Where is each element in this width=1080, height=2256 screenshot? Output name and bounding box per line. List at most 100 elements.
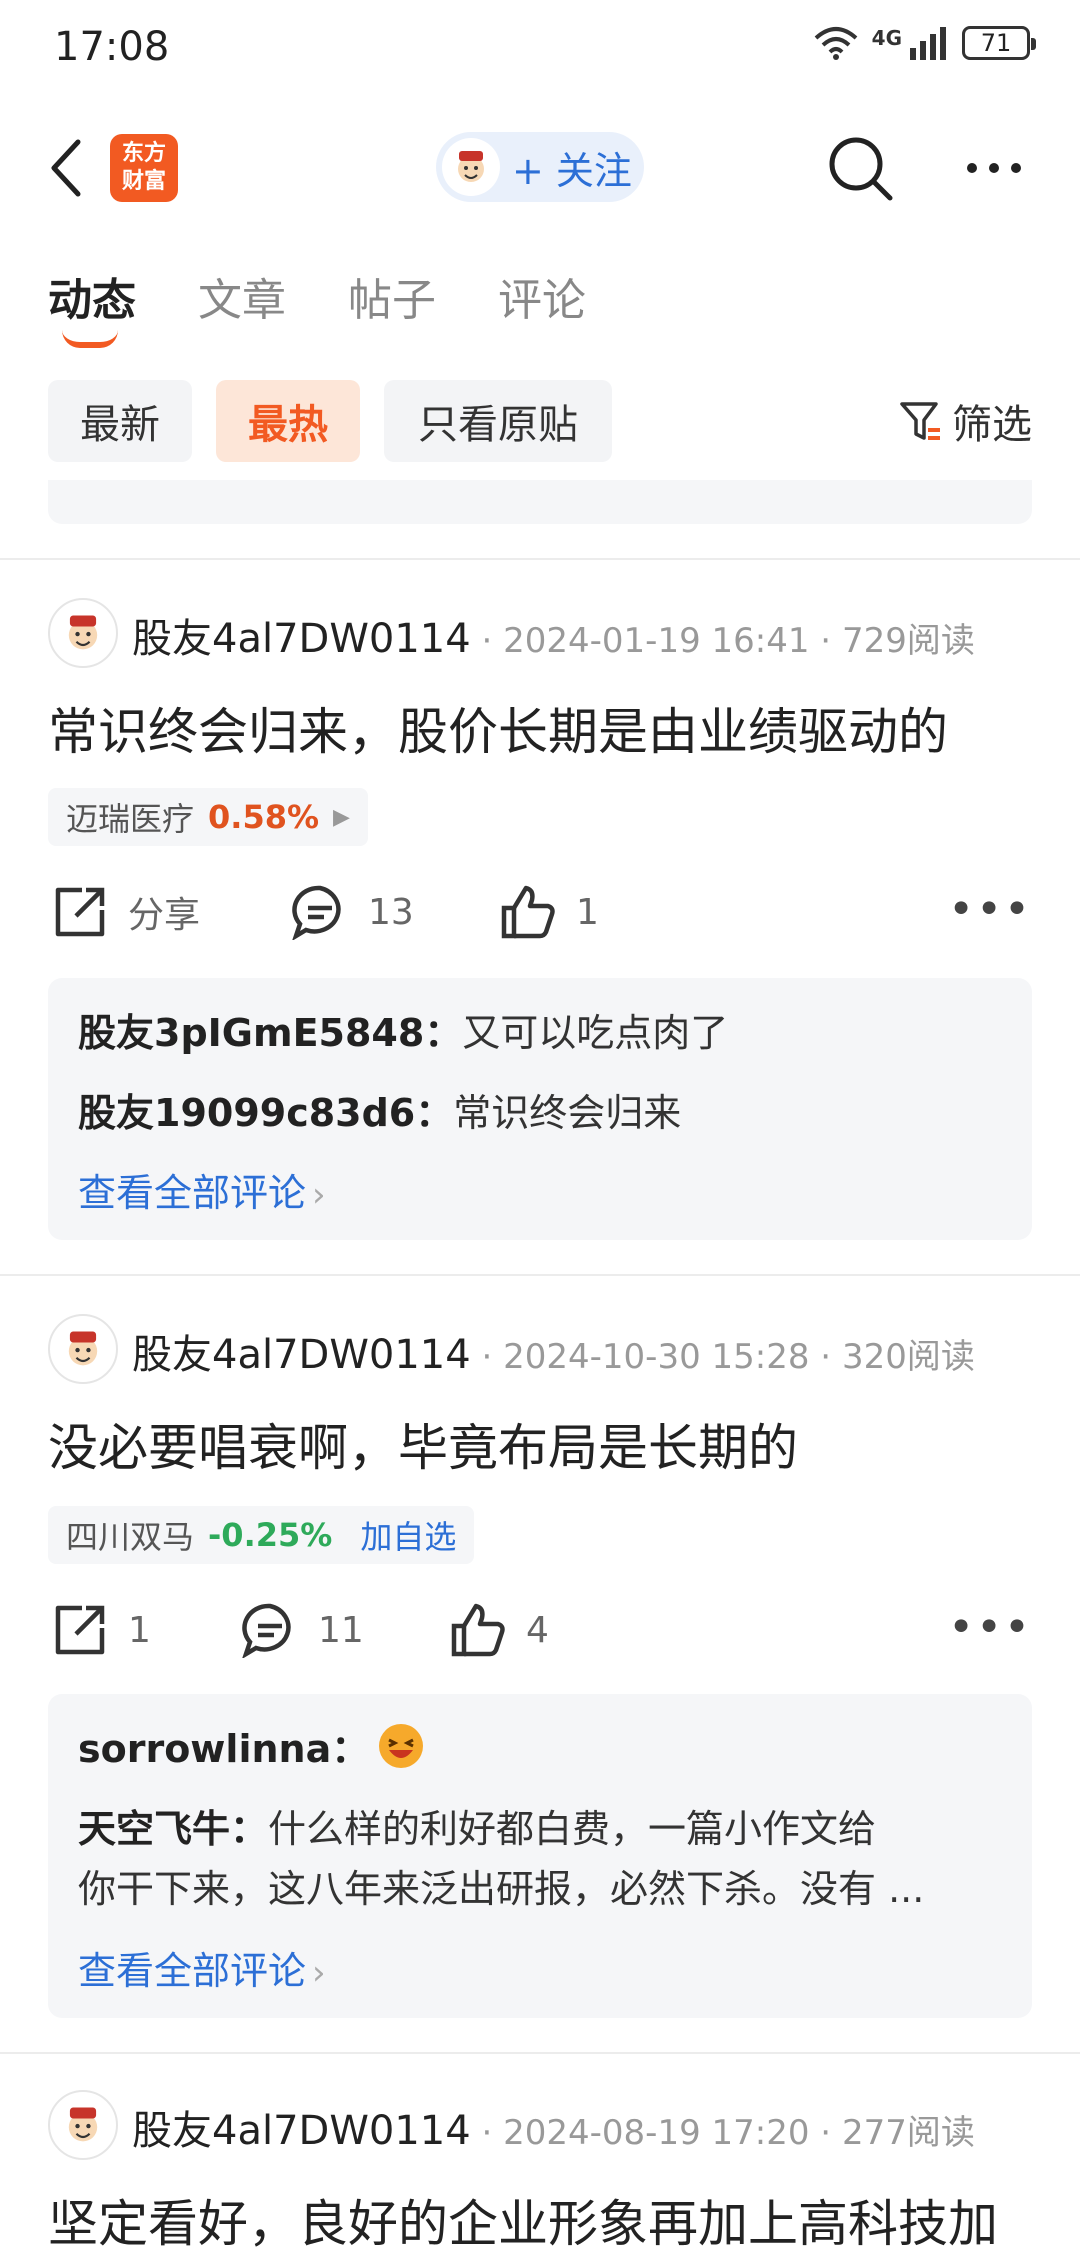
- follow-label: + 关注: [512, 148, 632, 193]
- fortune-god-avatar-icon: [68, 615, 98, 650]
- filter-latest[interactable]: 最新: [48, 380, 192, 462]
- comment-user[interactable]: 天空飞牛：: [78, 1807, 268, 1851]
- like-count: 4: [526, 1609, 549, 1651]
- meta-separator: ·: [809, 1337, 842, 1377]
- author-name[interactable]: 股友4al7DW0114: [132, 2098, 471, 2156]
- comment-item: 股友19099c83d6：常识终会归来: [78, 1082, 681, 1137]
- comment-user[interactable]: 股友3pIGmE5848：: [78, 1011, 462, 1055]
- stock-tag[interactable]: 四川双马 -0.25% 加自选: [48, 1506, 475, 1564]
- comment-count: 13: [368, 891, 414, 933]
- divider: [0, 558, 1080, 560]
- meta-separator: ·: [470, 2113, 504, 2153]
- read-count: 277阅读: [841, 2113, 975, 2153]
- wifi-icon: [814, 27, 857, 60]
- comment-text-continued: 你干下来，这八年来泛出研报，必然下杀。没有 ...: [78, 1867, 925, 1911]
- post-date: 2024-10-30 15:28: [503, 1337, 810, 1377]
- post-more-icon[interactable]: •••: [948, 1602, 1032, 1653]
- comment-button[interactable]: 13: [292, 884, 414, 940]
- back-arrow-icon[interactable]: [48, 138, 84, 198]
- more-icon[interactable]: [964, 160, 1024, 176]
- status-time: 17:08: [54, 24, 170, 70]
- stock-tag[interactable]: 迈瑞医疗 0.58% ▶: [48, 788, 368, 846]
- stock-name: 迈瑞医疗: [66, 800, 195, 838]
- comment-item: sorrowlinna：: [78, 1718, 425, 1773]
- post-meta: 股友4al7DW0114 · 2024-08-19 17:20 · 277阅读: [132, 2098, 975, 2156]
- post-title[interactable]: 坚定看好，良好的企业形象再加上高科技加: [48, 2184, 998, 2256]
- meta-separator: ·: [470, 1337, 504, 1377]
- comment-preview-box[interactable]: 股友3pIGmE5848：又可以吃点肉了 股友19099c83d6：常识终会归来…: [48, 978, 1032, 1240]
- author-avatar[interactable]: [48, 598, 118, 668]
- stock-change: -0.25%: [208, 1516, 333, 1554]
- meta-separator: ·: [809, 2113, 842, 2153]
- share-button[interactable]: 分享: [52, 884, 200, 940]
- view-all-label: 查看全部评论: [78, 1171, 307, 1215]
- comment-user[interactable]: 股友19099c83d6：: [78, 1091, 453, 1135]
- tab-comments[interactable]: 评论: [498, 264, 586, 328]
- author-avatar[interactable]: [48, 2090, 118, 2160]
- comment-text: 常识终会归来: [453, 1091, 682, 1135]
- divider: [0, 2052, 1080, 2054]
- share-button[interactable]: 1: [52, 1602, 151, 1658]
- signal-icon: [910, 27, 946, 60]
- author-name[interactable]: 股友4al7DW0114: [132, 606, 471, 664]
- thumbs-up-icon: [501, 885, 555, 939]
- fortune-god-avatar-icon: [68, 1331, 98, 1366]
- tab-posts[interactable]: 帖子: [348, 264, 436, 328]
- author-avatar[interactable]: [48, 1314, 118, 1384]
- add-watchlist-button[interactable]: 加自选: [360, 1512, 456, 1558]
- fortune-god-avatar-icon: [68, 2107, 98, 2142]
- tab-articles[interactable]: 文章: [198, 264, 286, 328]
- post-title[interactable]: 常识终会归来，股价长期是由业绩驱动的: [48, 692, 948, 764]
- filter-funnel-icon: [900, 402, 940, 440]
- play-arrow-icon: ▶: [333, 804, 350, 830]
- app-logo: 东方 财富: [110, 134, 178, 202]
- laughing-emoji-icon: [379, 1723, 424, 1768]
- filter-button[interactable]: 筛选: [898, 392, 1032, 450]
- divider: [0, 1274, 1080, 1276]
- post-date: 2024-08-19 17:20: [503, 2113, 810, 2153]
- comment-item: 天空飞牛：什么样的利好都白费，一篇小作文给: [78, 1798, 876, 1853]
- post-meta: 股友4al7DW0114 · 2024-01-19 16:41 · 729阅读: [132, 606, 975, 664]
- view-all-comments-link[interactable]: 查看全部评论 ›: [78, 1162, 326, 1217]
- tab-dynamics[interactable]: 动态: [48, 264, 136, 328]
- previous-comment-box-tail: [48, 480, 1032, 524]
- comment-count: 11: [318, 1609, 364, 1651]
- post-date: 2024-01-19 16:41: [503, 621, 810, 661]
- view-all-label: 查看全部评论: [78, 1949, 307, 1993]
- search-icon[interactable]: [828, 136, 894, 202]
- chevron-right-icon: ›: [312, 1953, 326, 1993]
- share-count: 1: [128, 1609, 151, 1651]
- like-button[interactable]: 4: [450, 1602, 549, 1658]
- thumbs-up-icon: [451, 1603, 505, 1657]
- network-label: 4G: [871, 26, 902, 50]
- tab-active-indicator: [62, 330, 118, 348]
- filter-hottest[interactable]: 最热: [216, 380, 360, 462]
- comment-user[interactable]: sorrowlinna：: [78, 1718, 369, 1773]
- comment-text: 又可以吃点肉了: [462, 1011, 729, 1055]
- fortune-god-avatar-icon: [442, 138, 500, 196]
- like-count: 1: [576, 891, 599, 933]
- filter-original-only[interactable]: 只看原贴: [384, 380, 612, 462]
- meta-separator: ·: [470, 621, 504, 661]
- logo-text-bottom: 财富: [121, 169, 166, 194]
- like-button[interactable]: 1: [500, 884, 599, 940]
- chevron-right-icon: ›: [312, 1175, 326, 1215]
- comment-preview-box[interactable]: sorrowlinna： 天空飞牛：什么样的利好都白费，一篇小作文给 你干下来，…: [48, 1694, 1032, 2018]
- meta-separator: ·: [809, 621, 842, 661]
- battery-level: 71: [980, 29, 1012, 57]
- post-title[interactable]: 没必要唱衰啊，毕竟布局是长期的: [48, 1408, 798, 1480]
- read-count: 729阅读: [841, 621, 975, 661]
- logo-text-top: 东方: [121, 141, 166, 166]
- comment-icon: [242, 1603, 291, 1658]
- status-icons: 4G 71: [814, 26, 1036, 60]
- post-more-icon[interactable]: •••: [948, 884, 1032, 935]
- share-icon: [55, 1605, 105, 1655]
- read-count: 320阅读: [841, 1337, 975, 1377]
- follow-button[interactable]: + 关注: [436, 132, 644, 202]
- comment-icon: [292, 885, 341, 940]
- author-name[interactable]: 股友4al7DW0114: [132, 1322, 471, 1380]
- comment-item: 股友3pIGmE5848：又可以吃点肉了: [78, 1002, 728, 1057]
- comment-button[interactable]: 11: [242, 1602, 364, 1658]
- view-all-comments-link[interactable]: 查看全部评论 ›: [78, 1940, 326, 1995]
- stock-name: 四川双马: [66, 1518, 195, 1556]
